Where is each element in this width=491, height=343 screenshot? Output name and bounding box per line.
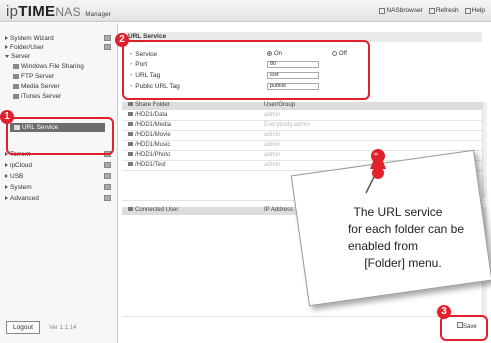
folder-icon: [128, 152, 133, 156]
folder-icon: [128, 102, 133, 106]
windows-share-icon: [13, 63, 19, 69]
step-badge-2: 2: [115, 33, 129, 47]
col-connected-user: Connected User: [128, 207, 178, 213]
system-icon: [104, 184, 111, 190]
header-bar: ipTIMENAS Manager NASbrowser Refresh Hel…: [0, 0, 491, 22]
sidebar-item-itunes-server[interactable]: iTunes Server: [13, 93, 61, 100]
col-share-folder: Share Folder: [128, 102, 170, 108]
system-wizard-icon: [104, 35, 111, 41]
nasbrowser-link[interactable]: NASbrowser: [379, 7, 423, 14]
folder-icon: [128, 112, 133, 116]
table-row[interactable]: /HDD1/Media Everybody,admin: [122, 121, 482, 131]
chevron-right-icon: [5, 45, 8, 50]
sidebar-item-media-server[interactable]: Media Server: [13, 83, 60, 90]
media-icon: [13, 83, 19, 89]
chevron-down-icon: [5, 54, 9, 58]
usb-icon: [104, 173, 111, 179]
table-row[interactable]: /HDD1/Movie admin: [122, 131, 482, 141]
share-table-header: Share Folder User/Group: [122, 102, 482, 110]
chevron-right-icon: [5, 185, 8, 190]
sidebar-item-advanced[interactable]: Advanced: [5, 195, 39, 202]
sidebar-item-ftp-server[interactable]: FTP Server: [13, 73, 54, 80]
user-icon: [128, 207, 133, 211]
sidebar-item-system[interactable]: System: [5, 184, 32, 191]
app-logo: ipTIMENAS Manager: [6, 3, 112, 20]
sidebar-item-usb[interactable]: USB: [5, 173, 23, 180]
col-user-group: User/Group: [264, 102, 296, 108]
table-row[interactable]: /HDD1/Data admin: [122, 111, 482, 121]
refresh-icon: [428, 7, 435, 14]
sidebar-item-system-wizard[interactable]: System Wizard: [5, 35, 54, 42]
ipcloud-icon: [104, 162, 111, 168]
chevron-right-icon: [5, 174, 8, 179]
folder-icon: [128, 132, 133, 136]
advanced-icon: [104, 195, 111, 201]
logout-button[interactable]: Logout: [6, 321, 40, 334]
sidebar-item-folder-user[interactable]: Folder/User: [5, 44, 44, 51]
callout-note-text: The URL service for each folder can be e…: [347, 205, 465, 270]
step-badge-1: 1: [0, 110, 14, 124]
folder-icon: [128, 142, 133, 146]
save-button-highlight: [440, 315, 488, 341]
chevron-right-icon: [5, 163, 8, 168]
itunes-icon: [13, 93, 19, 99]
share-table-scrollbar[interactable]: [482, 102, 487, 198]
refresh-link[interactable]: Refresh: [428, 7, 459, 14]
chevron-right-icon: [5, 196, 8, 201]
sidebar: System Wizard Folder/User Server Windows…: [0, 23, 118, 343]
url-service-settings-highlight: [122, 40, 370, 100]
version-label: Ver 1.1.14: [49, 325, 77, 331]
folder-icon: [128, 162, 133, 166]
help-link[interactable]: Help: [464, 7, 485, 14]
sidebar-item-windows-file-sharing[interactable]: Windows File Sharing: [13, 63, 84, 70]
url-service-menu-highlight: [6, 117, 114, 155]
pushpin-icon: [365, 149, 386, 194]
col-ip-address: IP Address: [264, 207, 293, 213]
step-badge-3: 3: [437, 305, 451, 319]
sidebar-item-server[interactable]: Server: [5, 53, 30, 60]
table-row[interactable]: /HDD1/Music admin: [122, 141, 482, 151]
sidebar-item-ipcloud[interactable]: ipCloud: [5, 162, 32, 169]
section-title-text: URL Service: [128, 33, 167, 40]
folder-icon: [128, 122, 133, 126]
nasbrowser-icon: [379, 7, 386, 14]
help-icon: [464, 7, 471, 14]
folder-user-icon: [104, 44, 111, 50]
chevron-right-icon: [5, 36, 8, 41]
ftp-icon: [13, 73, 19, 79]
